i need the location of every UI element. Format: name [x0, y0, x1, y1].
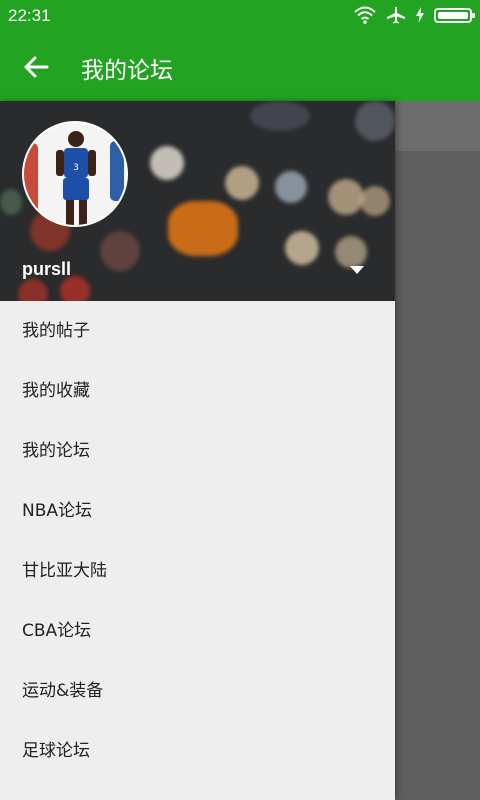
- dimmed-content[interactable]: [395, 101, 480, 151]
- back-arrow-icon[interactable]: [22, 53, 50, 81]
- drawer-header: 3 pursll: [0, 101, 395, 301]
- charging-icon: [416, 7, 424, 23]
- wifi-icon: [354, 6, 376, 24]
- page-title: 我的论坛: [81, 58, 173, 84]
- dropdown-arrow-icon[interactable]: [350, 266, 364, 274]
- svg-text:3: 3: [73, 163, 79, 173]
- menu-item-nba-forum[interactable]: NBA论坛: [0, 481, 395, 541]
- status-bar: 22:31: [0, 0, 480, 33]
- avatar-image: 3: [24, 123, 126, 225]
- battery-icon: [434, 7, 475, 23]
- menu-item-my-forums[interactable]: 我的论坛: [0, 421, 395, 481]
- drawer-menu: 我的帖子 我的收藏 我的论坛 NBA论坛 甘比亚大陆 CBA论坛 运动&装备 足…: [0, 301, 395, 781]
- menu-item-my-favorites[interactable]: 我的收藏: [0, 361, 395, 421]
- app-bar: 我的论坛: [0, 33, 480, 101]
- menu-item-my-posts[interactable]: 我的帖子: [0, 301, 395, 361]
- status-icons: [354, 6, 475, 24]
- navigation-drawer: 3 pursll 我的帖子 我的收藏 我的论坛 NBA论坛 甘比亚大陆 CBA论…: [0, 101, 395, 800]
- status-time: 22:31: [8, 6, 51, 25]
- menu-item-sports-gear[interactable]: 运动&装备: [0, 661, 395, 721]
- airplane-mode-icon: [387, 7, 405, 24]
- username[interactable]: pursll: [22, 259, 71, 280]
- menu-item-football-forum[interactable]: 足球论坛: [0, 721, 395, 781]
- menu-item-cba-forum[interactable]: CBA论坛: [0, 601, 395, 661]
- menu-item-gambia-continent[interactable]: 甘比亚大陆: [0, 541, 395, 601]
- avatar[interactable]: 3: [22, 121, 128, 227]
